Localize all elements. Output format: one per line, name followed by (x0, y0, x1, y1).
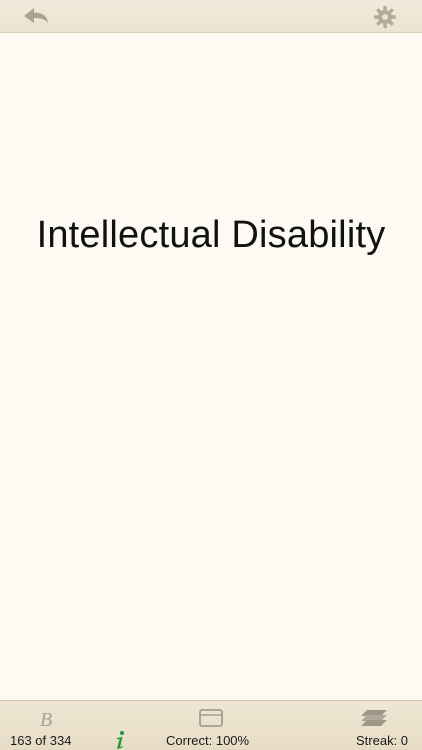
script-b-icon: B (40, 709, 52, 731)
back-arrow-icon (24, 8, 48, 23)
svg-text:B: B (40, 709, 52, 731)
correct-percentage: Correct: 100% (166, 733, 250, 748)
bottom-toolbar: B 163 of 334 Correct: 100% Streak: 0 (0, 700, 422, 750)
top-toolbar (0, 0, 422, 33)
deck-button[interactable] (359, 707, 389, 729)
card-counter: 163 of 334 (10, 733, 72, 748)
flip-card-button[interactable] (198, 708, 224, 728)
streak-count: Streak: 0 (356, 733, 409, 748)
gear-icon (374, 6, 396, 28)
bold-script-button[interactable]: B (36, 707, 60, 731)
flashcard-icon (199, 709, 223, 727)
back-button[interactable] (22, 5, 50, 27)
flashcard[interactable]: Intellectual Disability (0, 33, 422, 700)
info-icon (117, 731, 124, 749)
stack-icon (361, 710, 387, 726)
info-button[interactable] (112, 730, 128, 750)
settings-button[interactable] (372, 4, 398, 30)
card-term: Intellectual Disability (36, 214, 386, 256)
